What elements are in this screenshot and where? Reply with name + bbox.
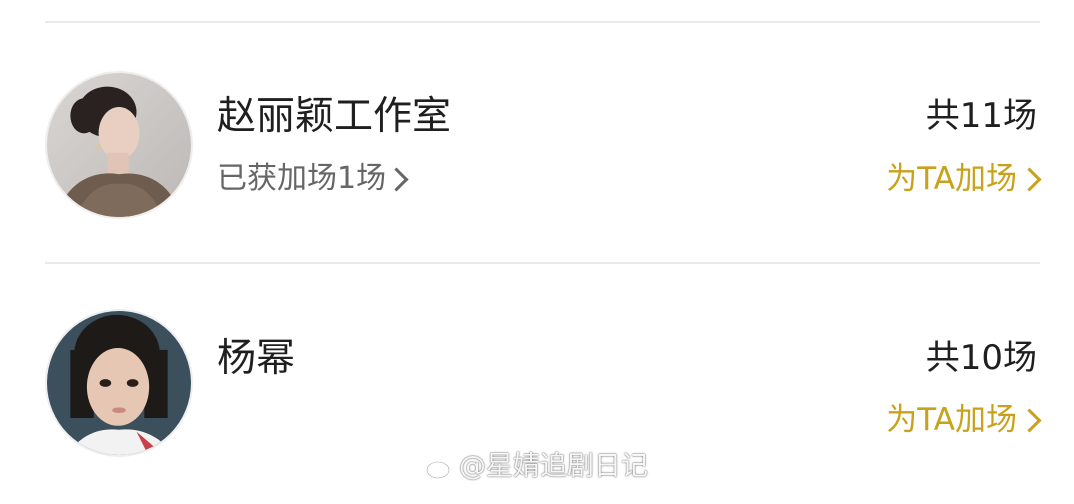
avatar[interactable]	[45, 309, 193, 457]
add-show-button[interactable]: 为TA加场	[886, 400, 1042, 440]
avatar-image	[47, 73, 191, 217]
add-show-button[interactable]: 为TA加场	[886, 159, 1042, 199]
chevron-right-icon	[384, 166, 409, 192]
total-count: 共11场	[925, 96, 1037, 136]
avatar-image	[47, 311, 191, 455]
list-item[interactable]: 赵丽颖工作室 已获加场1场 共11场 为TA加场	[0, 22, 1074, 262]
add-show-label: 为TA加场	[886, 402, 1017, 438]
bonus-link[interactable]: 已获加场1场	[217, 160, 409, 198]
chevron-right-icon	[1017, 166, 1042, 192]
weibo-logo-icon	[426, 457, 454, 479]
add-show-label: 为TA加场	[886, 161, 1017, 197]
watermark-text: @星婧追剧日记	[459, 451, 648, 482]
studio-name: 赵丽颖工作室	[217, 94, 452, 139]
chevron-right-icon	[1017, 407, 1042, 433]
total-count: 共10场	[925, 338, 1037, 378]
bonus-label: 已获加场1场	[217, 161, 387, 196]
artist-name: 杨幂	[217, 336, 296, 381]
watermark: @星婧追剧日记	[425, 450, 648, 484]
avatar[interactable]	[45, 71, 193, 219]
